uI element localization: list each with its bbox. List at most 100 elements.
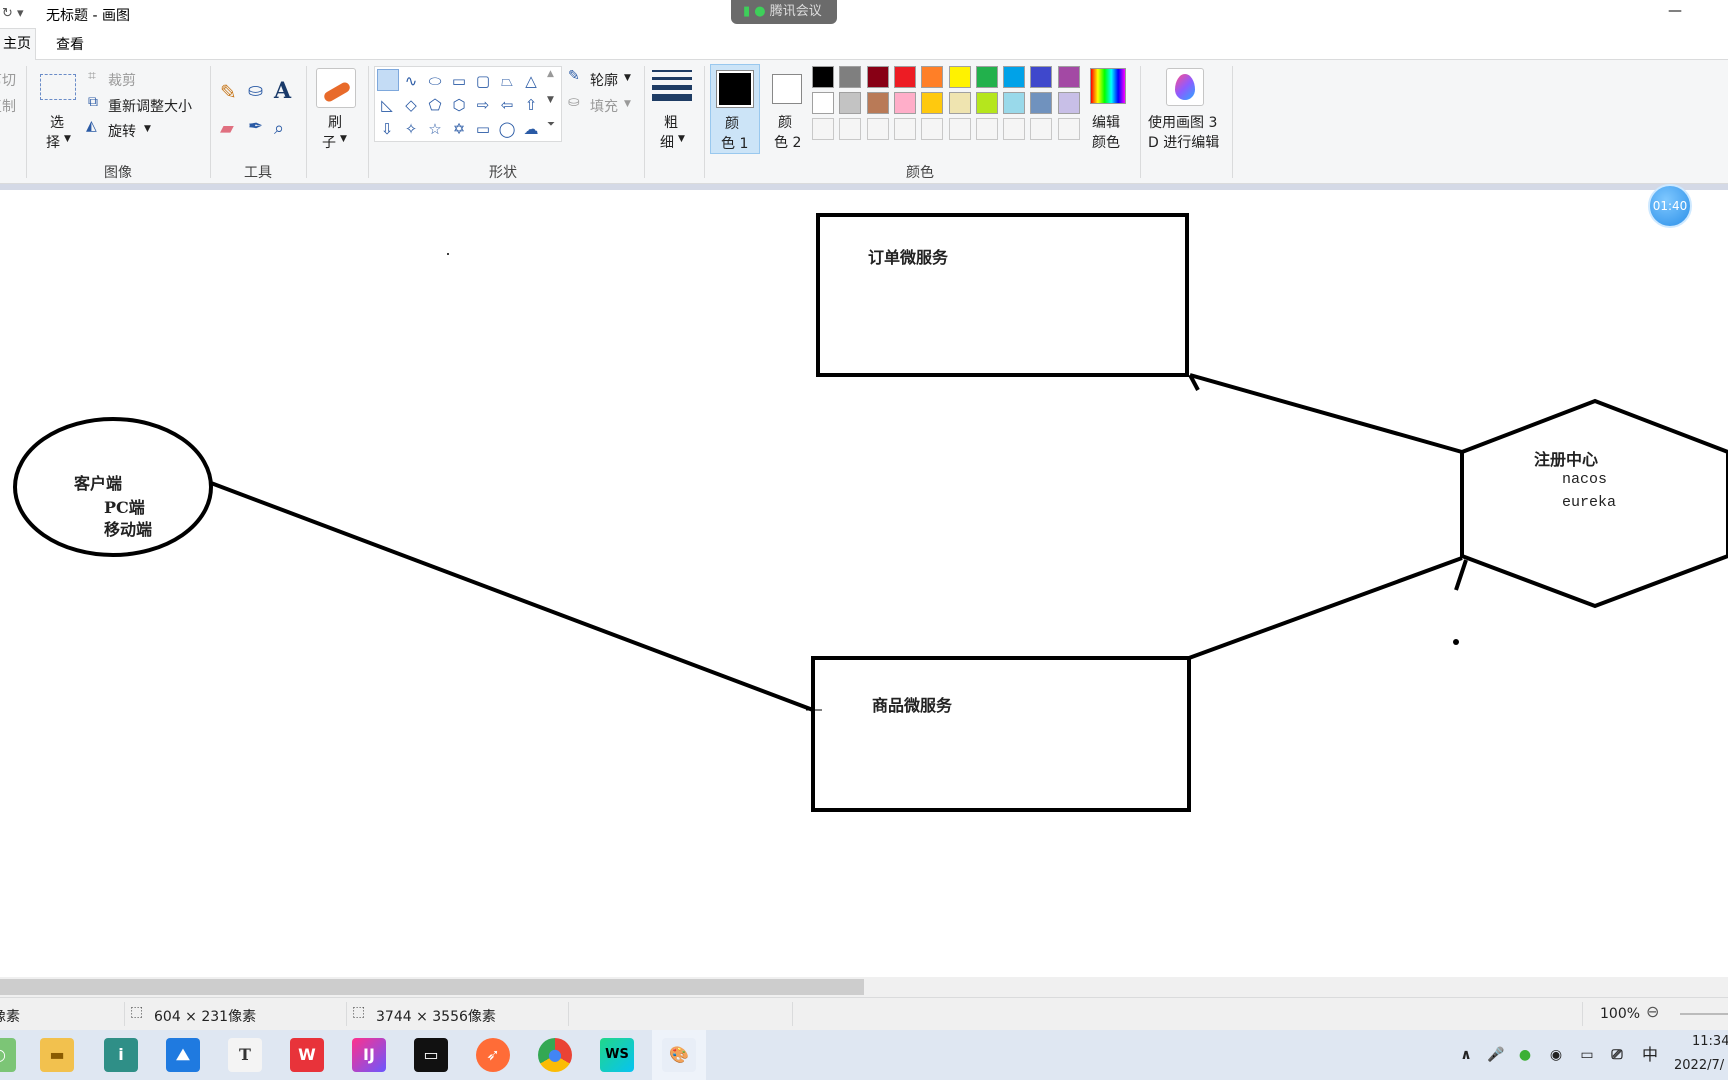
- oval-shape-icon[interactable]: ⬭: [425, 71, 445, 91]
- paint3d-icon[interactable]: [1166, 68, 1204, 106]
- resize-button[interactable]: 重新调整大小: [108, 96, 192, 116]
- color-swatch[interactable]: [866, 118, 889, 140]
- battery-icon[interactable]: ▭: [1576, 1038, 1598, 1072]
- pencil-icon[interactable]: ✎: [220, 80, 237, 104]
- color-swatch[interactable]: [948, 66, 971, 88]
- chrome-icon[interactable]: ●: [538, 1038, 572, 1072]
- color-swatch[interactable]: [1030, 92, 1053, 114]
- color-swatch[interactable]: [839, 92, 862, 114]
- curve-shape-icon[interactable]: ∿: [401, 71, 421, 91]
- callout-rect-shape-icon[interactable]: ▭: [473, 119, 493, 139]
- meeting-badge[interactable]: ▮ ● 腾讯会议: [731, 0, 837, 24]
- color-swatch[interactable]: [1030, 66, 1053, 88]
- lanxin-icon[interactable]: ⛰: [166, 1038, 200, 1072]
- color-swatch[interactable]: [893, 92, 916, 114]
- webstorm-icon[interactable]: WS: [600, 1038, 634, 1072]
- intellij-idea-icon[interactable]: i: [104, 1038, 138, 1072]
- color-picker-icon[interactable]: ✒: [248, 116, 263, 137]
- fill-button[interactable]: 填充: [590, 96, 618, 116]
- crop-button[interactable]: 裁剪: [108, 70, 136, 90]
- postman-icon[interactable]: ➶: [476, 1038, 510, 1072]
- right-arrow-shape-icon[interactable]: ⇨: [473, 95, 493, 115]
- copy-button[interactable]: 复制: [0, 96, 16, 116]
- polygon-shape-icon[interactable]: ⏢: [497, 71, 517, 91]
- start-icon[interactable]: ◐: [0, 1038, 16, 1072]
- gallery-scroll-up-icon[interactable]: ▲: [547, 69, 554, 79]
- stroke-size-icon[interactable]: [652, 68, 692, 104]
- tab-home[interactable]: 主页: [0, 28, 36, 60]
- jetbrains-icon[interactable]: IJ: [352, 1038, 386, 1072]
- clock-date[interactable]: 2022/7/: [1674, 1058, 1724, 1073]
- color-swatch[interactable]: [839, 66, 862, 88]
- color-swatch[interactable]: [866, 92, 889, 114]
- color-swatch[interactable]: [1003, 66, 1026, 88]
- text-tool-icon[interactable]: A: [274, 78, 291, 104]
- chevron-up-icon[interactable]: ∧: [1456, 1038, 1476, 1072]
- rectangle-shape-icon[interactable]: ▭: [449, 71, 469, 91]
- outline-button[interactable]: 轮廓: [590, 70, 618, 90]
- qq-icon[interactable]: ◉: [1546, 1038, 1566, 1072]
- up-arrow-shape-icon[interactable]: ⇧: [521, 95, 541, 115]
- color-swatch[interactable]: [839, 118, 862, 140]
- color-swatch[interactable]: [1057, 66, 1080, 88]
- right-triangle-shape-icon[interactable]: ◺: [377, 95, 397, 115]
- typora-icon[interactable]: T: [228, 1038, 262, 1072]
- color-swatch[interactable]: [948, 118, 971, 140]
- color-swatch[interactable]: [866, 66, 889, 88]
- pentagon-shape-icon[interactable]: ⬠: [425, 95, 445, 115]
- gallery-scroll-down-icon[interactable]: ▼: [547, 95, 554, 105]
- zoom-out-button[interactable]: ⊖: [1646, 1002, 1659, 1021]
- wps-icon[interactable]: W: [290, 1038, 324, 1072]
- ime-indicator[interactable]: 中: [1638, 1038, 1662, 1072]
- line-shape-icon[interactable]: [377, 69, 399, 91]
- color-swatch[interactable]: [921, 118, 944, 140]
- edit-colors-icon[interactable]: [1090, 68, 1126, 104]
- left-arrow-shape-icon[interactable]: ⇦: [497, 95, 517, 115]
- paint-icon[interactable]: 🎨: [662, 1038, 696, 1072]
- diamond-shape-icon[interactable]: ◇: [401, 95, 421, 115]
- four-point-star-shape-icon[interactable]: ✧: [401, 119, 421, 139]
- clock-time[interactable]: 11:34: [1692, 1034, 1728, 1049]
- network-icon[interactable]: ⎚: [1606, 1038, 1628, 1072]
- color-swatch[interactable]: [812, 66, 834, 88]
- down-arrow-shape-icon[interactable]: ⇩: [377, 119, 397, 139]
- gallery-expand-icon[interactable]: ⏷: [547, 119, 555, 130]
- callout-oval-shape-icon[interactable]: ◯: [497, 119, 517, 139]
- color-swatch[interactable]: [1003, 92, 1026, 114]
- select-icon[interactable]: [40, 74, 76, 100]
- terminal-icon[interactable]: ▭: [414, 1038, 448, 1072]
- color-swatch[interactable]: [893, 66, 916, 88]
- color-swatch[interactable]: [921, 66, 944, 88]
- rotate-button[interactable]: 旋转: [108, 121, 136, 141]
- cut-button[interactable]: 剪切: [0, 70, 16, 90]
- color2-button[interactable]: 颜 色 2: [762, 64, 812, 154]
- brush-icon[interactable]: [316, 68, 356, 108]
- fill-bucket-icon[interactable]: ⛀: [248, 80, 263, 101]
- color-swatch[interactable]: [812, 118, 834, 140]
- six-point-star-shape-icon[interactable]: ✡: [449, 119, 469, 139]
- file-explorer-icon[interactable]: ▬: [40, 1038, 74, 1072]
- callout-cloud-shape-icon[interactable]: ☁: [521, 119, 541, 139]
- scrollbar-thumb[interactable]: [0, 979, 864, 995]
- color-swatch[interactable]: [975, 66, 998, 88]
- minimize-button[interactable]: —: [1668, 3, 1682, 19]
- eraser-icon[interactable]: ▰: [220, 118, 234, 139]
- zoom-slider[interactable]: [1680, 1013, 1728, 1015]
- color-swatch[interactable]: [1030, 118, 1053, 140]
- color-swatch[interactable]: [1003, 118, 1026, 140]
- wechat-icon[interactable]: ●: [1514, 1038, 1536, 1072]
- color-swatch[interactable]: [1057, 118, 1080, 140]
- triangle-shape-icon[interactable]: △: [521, 71, 541, 91]
- color-swatch[interactable]: [812, 92, 834, 114]
- five-point-star-shape-icon[interactable]: ☆: [425, 119, 445, 139]
- magnifier-icon[interactable]: ⌕: [274, 118, 284, 139]
- horizontal-scrollbar[interactable]: [0, 977, 1728, 997]
- microphone-icon[interactable]: 🎤: [1486, 1038, 1506, 1072]
- hexagon-shape-icon[interactable]: ⬡: [449, 95, 469, 115]
- meeting-timer[interactable]: 01:40: [1648, 184, 1692, 228]
- color-swatch[interactable]: [893, 118, 916, 140]
- color-swatch[interactable]: [975, 118, 998, 140]
- color1-button[interactable]: 颜 色 1: [710, 64, 760, 154]
- color-swatch[interactable]: [948, 92, 971, 114]
- color-swatch[interactable]: [975, 92, 998, 114]
